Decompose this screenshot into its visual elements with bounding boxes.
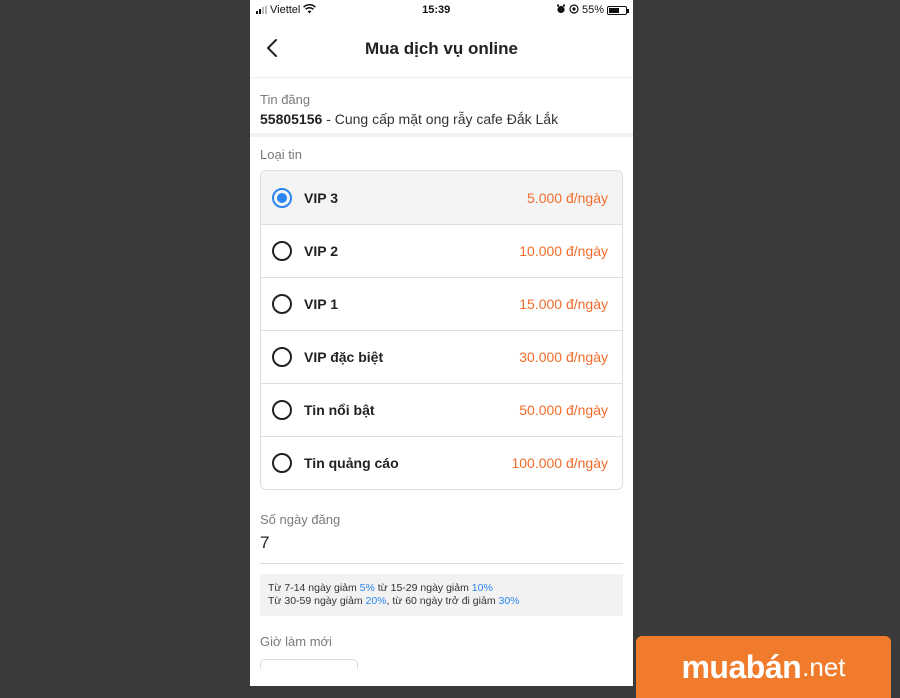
radio-unselected-icon[interactable] [272, 400, 292, 420]
radio-selected-icon[interactable] [272, 187, 292, 208]
option-vip-2[interactable]: VIP 2 10.000 đ/ngày [261, 224, 622, 277]
brand-suffix: .net [802, 651, 846, 682]
option-featured[interactable]: Tin nổi bật 50.000 đ/ngày [261, 383, 622, 436]
radio-unselected-icon[interactable] [272, 453, 292, 473]
option-vip-1[interactable]: VIP 1 15.000 đ/ngày [261, 277, 622, 330]
post-label: Tin đăng [260, 92, 311, 107]
signal-icon [256, 6, 267, 14]
option-price: 50.000 đ/ngày [519, 402, 608, 418]
discount-percent: 30% [498, 595, 520, 607]
listing-type-label: Loại tin [260, 147, 302, 162]
days-label: Số ngày đăng [260, 512, 341, 527]
battery-icon [606, 5, 629, 15]
listing-type-section: Loại tin VIP 3 5.000 đ/ngày VIP 2 10.000… [250, 137, 633, 490]
radio-unselected-icon[interactable] [272, 347, 292, 367]
post-title: - Cung cấp mặt ong rẫy cafe Đắk Lắk [322, 111, 559, 127]
option-price: 5.000 đ/ngày [527, 189, 608, 206]
listing-type-options: VIP 3 5.000 đ/ngày VIP 2 10.000 đ/ngày V… [260, 170, 623, 490]
option-name: Tin nổi bật [304, 402, 375, 418]
option-name: VIP 2 [304, 243, 338, 259]
refresh-section: Giờ làm mới [250, 616, 633, 669]
phone-screen: Viettel 15:39 55% Mua dịch vụ online Tin… [250, 0, 633, 686]
battery-percent: 55% [581, 4, 604, 16]
option-price: 100.000 đ/ngày [511, 455, 608, 471]
refresh-label: Giờ làm mới [260, 634, 332, 649]
days-section: Số ngày đăng 7 [250, 490, 633, 564]
alarm-icon [556, 4, 566, 17]
discount-line-1: Từ 7-14 ngày giảm 5% từ 15-29 ngày giảm … [268, 582, 615, 595]
option-advertising[interactable]: Tin quảng cáo 100.000 đ/ngày [261, 436, 622, 489]
status-time: 15:39 [422, 4, 451, 16]
option-vip-special[interactable]: VIP đặc biệt 30.000 đ/ngày [261, 330, 622, 383]
discount-text: Từ 30-59 ngày giảm [268, 595, 366, 607]
days-input[interactable]: 7 [260, 533, 623, 564]
page-title: Mua dịch vụ online [364, 38, 518, 58]
status-bar: Viettel 15:39 55% [250, 0, 633, 20]
discount-text: Từ 7-14 ngày giảm [268, 582, 360, 594]
back-button[interactable] [260, 34, 284, 62]
option-price: 30.000 đ/ngày [519, 349, 608, 365]
option-name: VIP 3 [304, 189, 338, 206]
location-icon [569, 3, 579, 17]
chevron-left-icon [267, 39, 277, 57]
carrier-name: Viettel [270, 4, 301, 16]
discount-line-2: Từ 30-59 ngày giảm 20%, từ 60 ngày trở đ… [268, 595, 615, 608]
wifi-icon [303, 3, 317, 17]
navigation-bar: Mua dịch vụ online [250, 20, 633, 78]
radio-unselected-icon[interactable] [272, 241, 292, 261]
refresh-time-input[interactable] [260, 659, 358, 669]
option-price: 10.000 đ/ngày [519, 243, 608, 259]
post-info: 55805156 - Cung cấp mặt ong rẫy cafe Đắk… [260, 111, 623, 127]
discount-text: từ 15-29 ngày giảm [374, 582, 472, 594]
option-vip-3[interactable]: VIP 3 5.000 đ/ngày [261, 171, 622, 224]
post-id: 55805156 [260, 111, 323, 127]
brand-name: muabán [681, 648, 802, 685]
option-name: VIP đặc biệt [304, 349, 384, 365]
discount-info: Từ 7-14 ngày giảm 5% từ 15-29 ngày giảm … [260, 574, 623, 616]
post-section: Tin đăng 55805156 - Cung cấp mặt ong rẫy… [250, 78, 633, 133]
option-name: VIP 1 [304, 296, 338, 312]
discount-percent: 10% [471, 582, 493, 594]
discount-text: , từ 60 ngày trở đi giảm [386, 595, 499, 607]
option-price: 15.000 đ/ngày [519, 296, 608, 312]
discount-percent: 20% [365, 595, 387, 607]
brand-logo: muabán .net [636, 636, 891, 698]
radio-unselected-icon[interactable] [272, 294, 292, 314]
option-name: Tin quảng cáo [304, 455, 399, 471]
discount-percent: 5% [359, 582, 375, 594]
